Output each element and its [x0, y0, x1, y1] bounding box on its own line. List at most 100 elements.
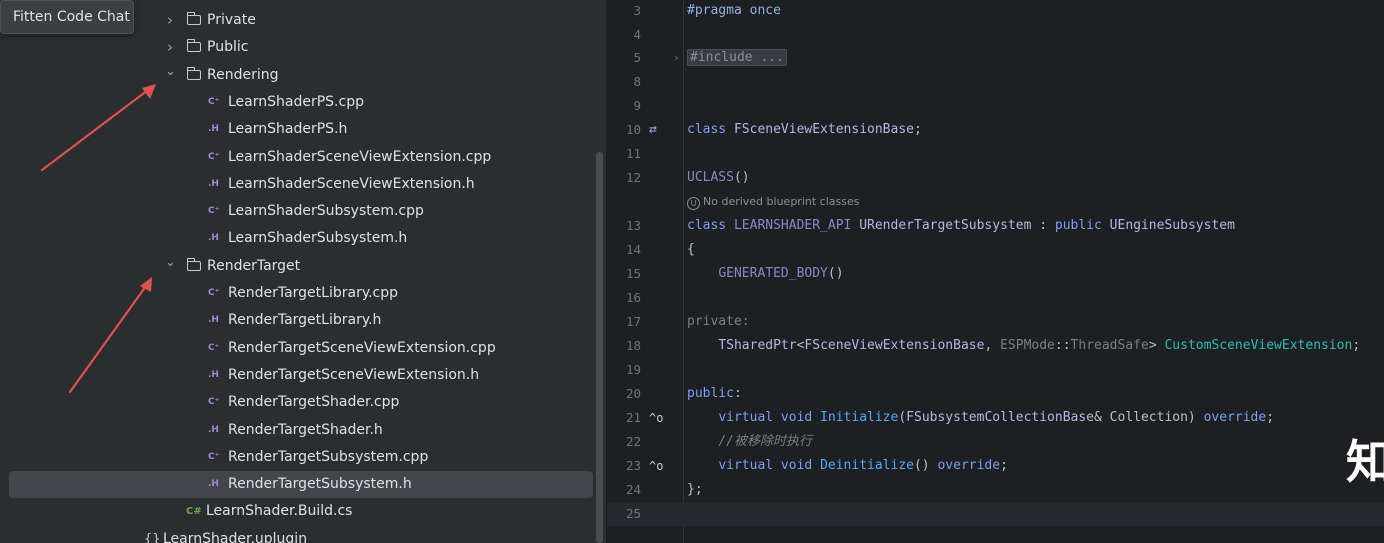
code-text: //被移除时执行 — [687, 430, 812, 454]
code-text: class FSceneViewExtensionBase; — [687, 118, 922, 142]
code-line[interactable]: 19 — [607, 358, 1384, 382]
code-token: CustomSceneViewExtension — [1164, 338, 1353, 353]
code-token: TSharedPtr — [718, 338, 797, 353]
code-text: private: — [687, 310, 750, 334]
code-line[interactable]: 3 #pragma once — [607, 0, 1384, 23]
code-line[interactable]: 24}; — [607, 478, 1384, 502]
code-line[interactable]: 22 //被移除时执行 — [607, 430, 1384, 454]
code-token: { — [687, 242, 695, 257]
code-token: private: — [687, 314, 750, 329]
code-line[interactable]: 20 public: — [607, 382, 1384, 406]
code-token: ; — [1000, 458, 1008, 473]
code-token: & Collection) — [1094, 410, 1204, 425]
line-number: 9 — [633, 98, 641, 113]
line-number: 8 — [633, 74, 641, 89]
code-token: ; — [913, 122, 922, 137]
code-text: class LEARNSHADER_API URenderTargetSubsy… — [687, 214, 1235, 238]
code-token: () — [827, 266, 844, 281]
code-token: #pragma once — [687, 3, 781, 18]
code-line[interactable]: 9 — [607, 94, 1384, 118]
code-token: () — [913, 458, 938, 473]
code-text: GENERATED_BODY() — [687, 262, 844, 286]
code-token: () — [733, 170, 750, 185]
code-token: public — [687, 386, 734, 401]
code-line[interactable]: 15 GENERATED_BODY() — [607, 262, 1384, 286]
code-text: }; — [687, 478, 703, 502]
line-number: 23 — [625, 458, 641, 473]
fitten-code-chat-tooltip: Fitten Code Chat — [0, 0, 134, 34]
code-token: Initialize — [820, 410, 899, 425]
code-token: :: — [1054, 338, 1071, 353]
code-line[interactable]: 13 class LEARNSHADER_API URenderTargetSub… — [607, 214, 1384, 238]
code-line[interactable]: 12 UCLASS() — [607, 166, 1384, 190]
code-line[interactable]: 4 — [607, 23, 1384, 47]
code-line[interactable]: 5 › #include ... — [607, 46, 1384, 70]
code-text: UCLASS() — [687, 166, 750, 190]
inlay-hint-text: No derived blueprint classes — [703, 195, 860, 208]
line-number: 21 — [625, 410, 641, 425]
code-token: class — [687, 218, 734, 233]
code-token: //被移除时执行 — [718, 434, 812, 449]
line-number: 11 — [625, 146, 641, 161]
code-token: ; — [1266, 410, 1275, 425]
code-token: UCLASS — [687, 170, 734, 185]
project-tree-panel: › Private › Public ⌄ Rendering C⁺ LearnShaderPS… — [0, 0, 606, 543]
code-line[interactable]: 23 ^o virtual void Deinitialize() overrid… — [607, 454, 1384, 478]
watermark: 知 — [1346, 435, 1384, 489]
line-number: 17 — [625, 314, 641, 329]
code-token: FSceneViewExtensionBase — [733, 122, 914, 137]
code-token: Deinitialize — [820, 458, 914, 473]
code-text: #pragma once — [687, 0, 781, 23]
arrow-rendertarget — [68, 277, 152, 394]
code-line[interactable]: 8 — [607, 70, 1384, 94]
fold-expand-icon[interactable]: › — [673, 46, 680, 70]
code-token: class — [687, 122, 734, 137]
code-token: public — [1054, 218, 1110, 233]
code-token: ( — [898, 410, 907, 425]
code-text: public: — [687, 382, 742, 406]
code-token: }; — [687, 482, 703, 497]
code-line[interactable]: 16 — [607, 286, 1384, 310]
code-token: > — [1148, 338, 1165, 353]
line-number: 13 — [625, 218, 641, 233]
code-token: FSceneViewExtensionBase — [804, 338, 985, 353]
code-text: { — [687, 238, 695, 262]
annotation-arrows — [40, 84, 156, 394]
related-symbol-icon[interactable]: ⇄ — [649, 118, 657, 142]
code-text: #include ... — [687, 46, 787, 70]
code-token: : — [1031, 218, 1055, 233]
line-number: 20 — [625, 386, 641, 401]
arrow-rendering — [40, 84, 156, 172]
code-token: virtual void — [718, 410, 821, 425]
code-line[interactable]: 14 { — [607, 238, 1384, 262]
code-line[interactable]: 10 ⇄ class FSceneViewExtensionBase; — [607, 118, 1384, 142]
code-line[interactable]: 25 — [607, 502, 1384, 526]
code-token: LEARNSHADER_API — [733, 218, 860, 233]
code-token: ESPMode — [1000, 338, 1055, 353]
line-number: 5 — [633, 50, 641, 65]
code-token: GENERATED_BODY — [718, 266, 828, 281]
code-token: ; — [1352, 338, 1361, 353]
line-number: 12 — [625, 170, 641, 185]
code-editor[interactable]: 3 #pragma once 4 5 › #include ... 8 9 10 ⇄ class F… — [607, 0, 1384, 543]
code-line[interactable]: 21 ^o virtual void Initialize(FSubsystemC… — [607, 406, 1384, 430]
code-line[interactable]: 17 private: — [607, 310, 1384, 334]
code-text: virtual void Initialize(FSubsystemCollec… — [687, 406, 1274, 430]
code-token: override — [937, 458, 1001, 473]
code-token: URenderTargetSubsystem — [859, 218, 1032, 233]
line-number: 25 — [625, 506, 641, 521]
code-line[interactable]: 18 TSharedPtr<FSceneViewExtensionBase, E… — [607, 334, 1384, 358]
code-line[interactable]: 11 — [607, 142, 1384, 166]
unreal-icon: U — [687, 197, 700, 210]
code-token: virtual void — [718, 458, 821, 473]
inlay-hint[interactable]: U No derived blueprint classes — [687, 193, 859, 211]
override-icon[interactable]: ^o — [649, 406, 663, 430]
line-number: 10 — [625, 122, 641, 137]
override-icon[interactable]: ^o — [649, 454, 663, 478]
collapsed-include-block[interactable]: #include ... — [687, 49, 787, 66]
line-number: 16 — [625, 290, 641, 305]
